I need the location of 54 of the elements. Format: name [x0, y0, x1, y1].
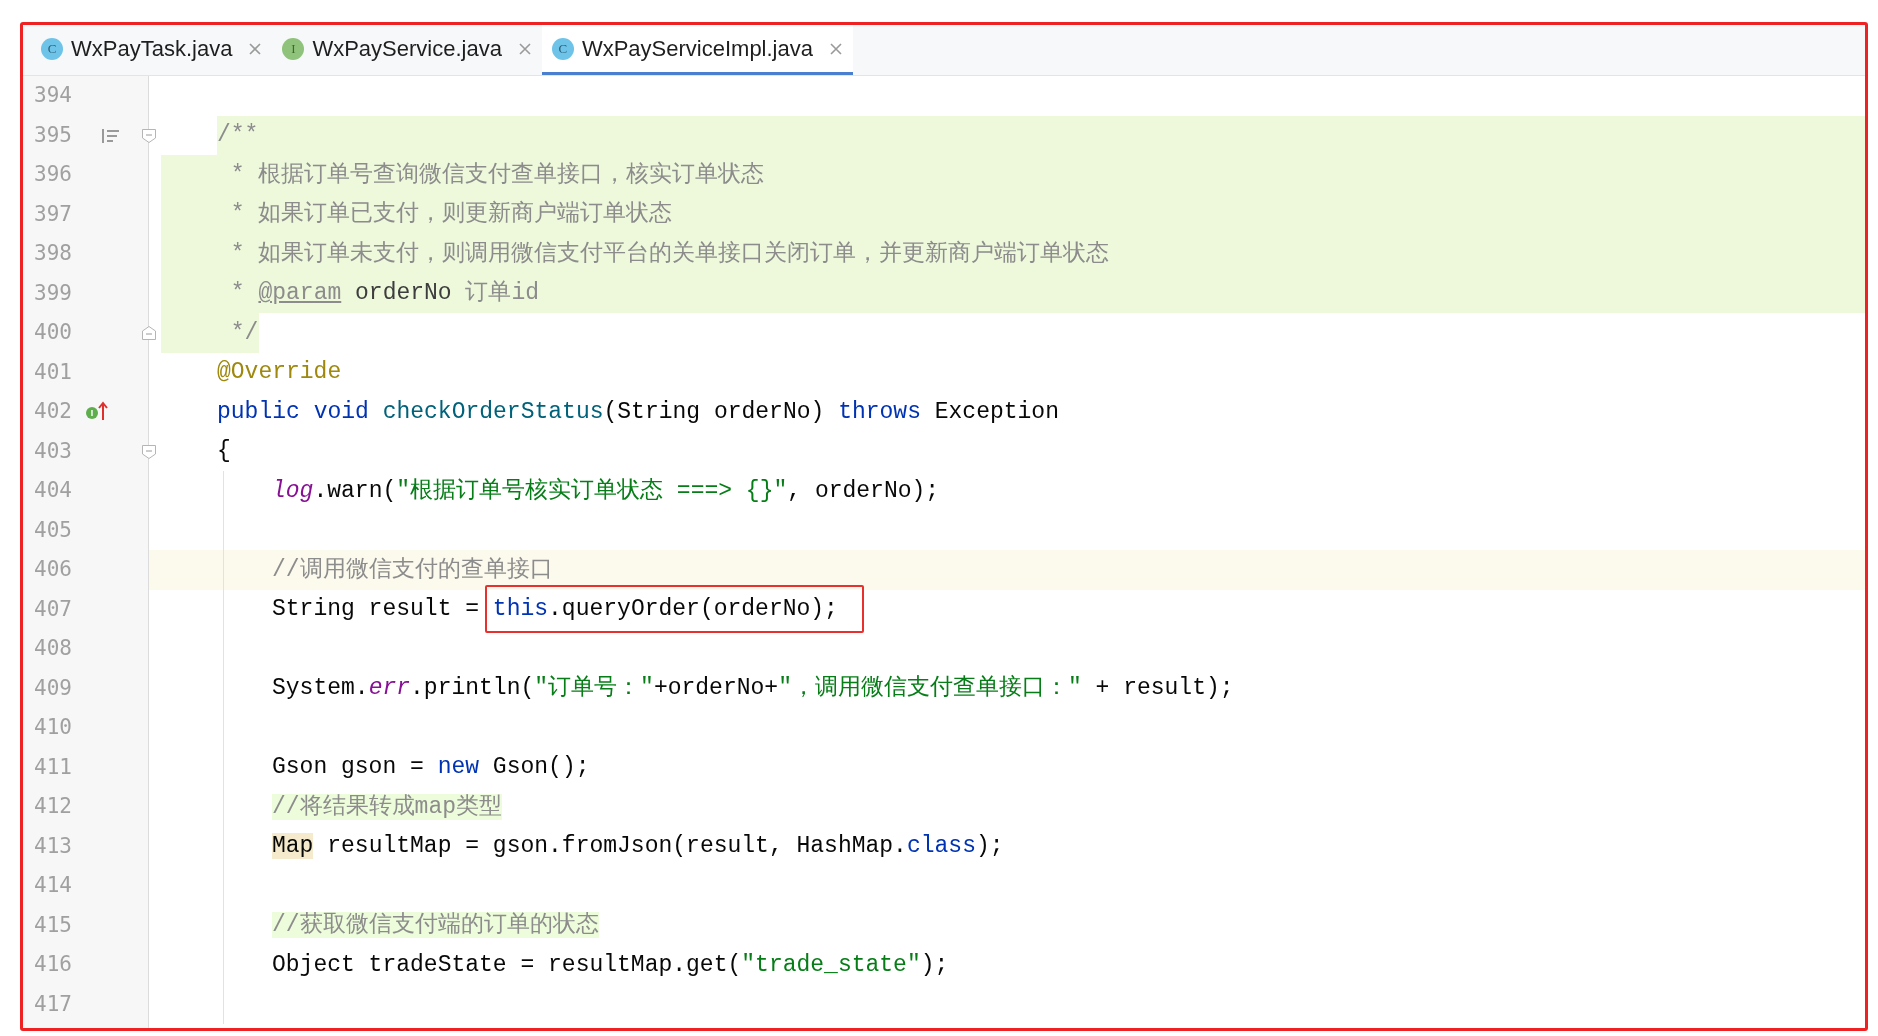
- line-number: 415: [34, 911, 72, 939]
- close-icon[interactable]: [248, 41, 263, 56]
- line-number: 411: [34, 753, 72, 781]
- class-icon: C: [551, 37, 574, 60]
- line-number: 394: [34, 82, 72, 109]
- line-number: 410: [34, 714, 72, 741]
- code-line: @Override: [217, 358, 342, 388]
- code-line: //调用微信支付的查单接口: [272, 555, 553, 585]
- code-line: * 如果订单未支付，则调用微信支付平台的关单接口关闭订单，并更新商户端订单状态: [229, 239, 1110, 269]
- line-number: 395: [34, 121, 72, 149]
- line-number: 406: [34, 556, 72, 583]
- code-line: * 如果订单已支付，则更新商户端订单状态: [229, 199, 673, 230]
- line-number: 413: [34, 832, 72, 860]
- line-number: 400: [34, 319, 72, 346]
- interface-icon: I: [282, 37, 305, 60]
- fold-icon[interactable]: [141, 443, 157, 460]
- line-number: 399: [34, 279, 72, 307]
- editor-tab[interactable]: C WxPayServiceImpl.java: [541, 25, 853, 75]
- line-number: 403: [34, 437, 72, 465]
- code-line: log.warn("根据订单号核实订单状态 ===> {}", orderNo);: [272, 476, 940, 506]
- line-number: 404: [34, 477, 72, 504]
- class-icon: C: [41, 37, 63, 60]
- line-number: 417: [34, 990, 72, 1018]
- code-line: Object tradeState = resultMap.get("trade_state");: [272, 950, 949, 980]
- line-number: 407: [34, 595, 72, 623]
- editor-tab[interactable]: C WxPayTask.java: [31, 25, 273, 75]
- code-line: Map resultMap = gson.fromJson(result, HashMap.class);: [272, 832, 1004, 862]
- code-line: System.err.println("订单号："+orderNo+"，调用微信支付查单接口：" + result);: [272, 674, 1234, 704]
- close-icon[interactable]: [829, 41, 843, 56]
- close-icon[interactable]: [517, 41, 532, 56]
- fold-icon[interactable]: [141, 127, 157, 144]
- line-number: 397: [34, 200, 72, 228]
- line-number: 402: [34, 398, 72, 425]
- line-number: 416: [34, 951, 72, 978]
- code-line: /**: [217, 121, 259, 151]
- implements-icon[interactable]: [85, 400, 109, 422]
- line-number: 409: [34, 674, 72, 702]
- code-line: public void checkOrderStatus(String orderNo) throws Exception: [217, 397, 1059, 427]
- fold-icon[interactable]: [141, 325, 157, 341]
- line-number: 412: [34, 793, 72, 820]
- code-line: * @param orderNo 订单id: [229, 279, 540, 309]
- line-number: 396: [34, 161, 72, 188]
- line-number: 398: [34, 240, 72, 267]
- line-number: 405: [34, 516, 72, 544]
- code-line: String result = this.queryOrder(orderNo);: [272, 594, 838, 625]
- code-line: * 根据订单号查询微信支付查单接口，核实订单状态: [229, 160, 765, 190]
- code-line: Gson gson = new Gson();: [272, 753, 590, 783]
- lines-icon[interactable]: [101, 127, 121, 144]
- code-line: */: [229, 318, 259, 348]
- editor-tab[interactable]: I WxPayService.java: [272, 25, 542, 75]
- code-line: {: [217, 437, 231, 467]
- line-number: 401: [34, 358, 72, 386]
- line-number: 408: [34, 635, 72, 662]
- line-number: 414: [34, 872, 72, 899]
